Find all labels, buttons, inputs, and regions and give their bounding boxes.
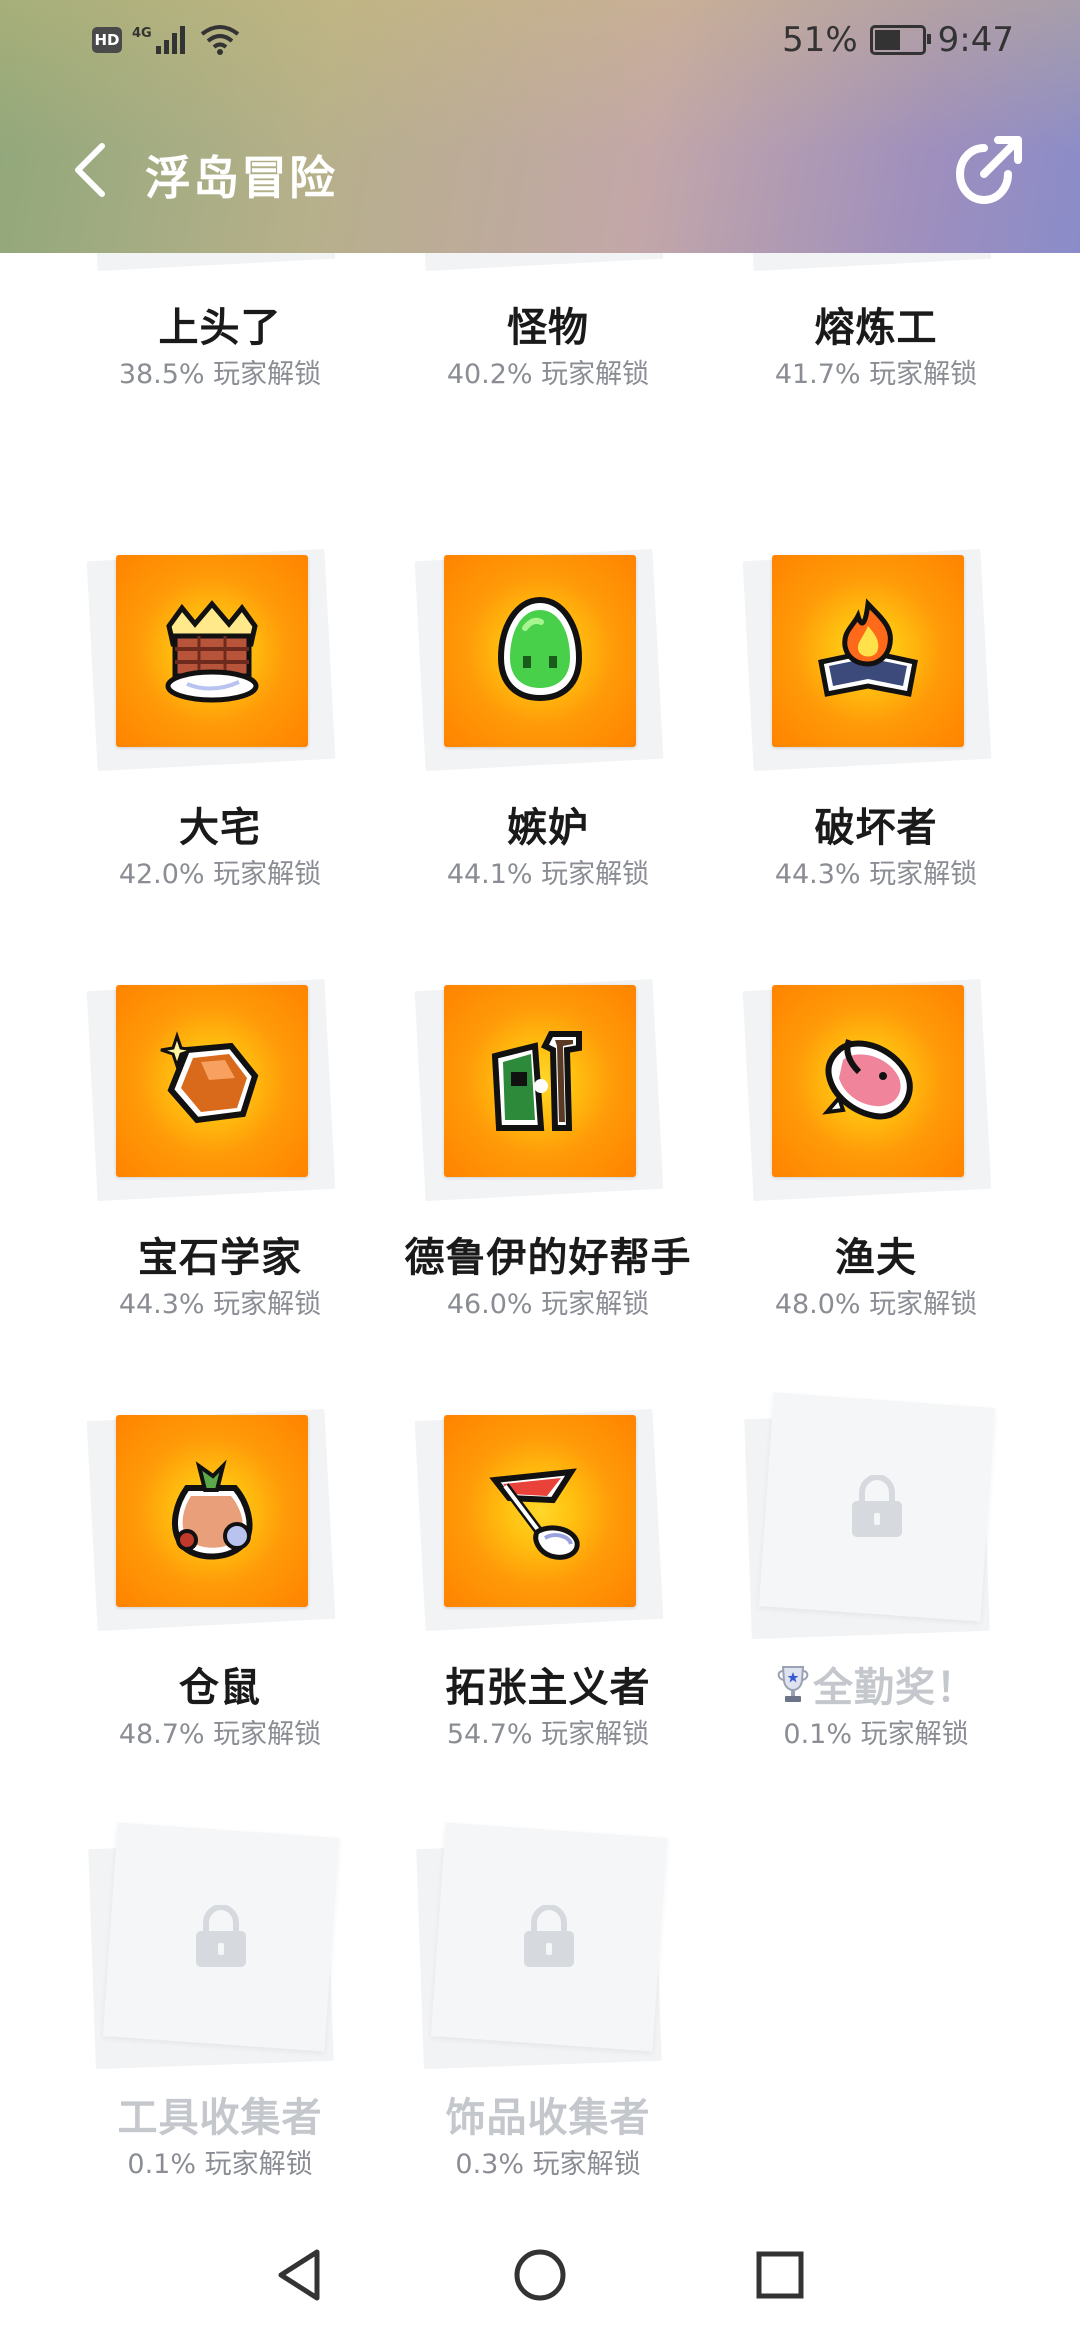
clock: 9:47 (937, 20, 1014, 60)
achievement-rate: 41.7% 玩家解锁 (774, 359, 978, 390)
achievement-card-locked[interactable]: 全勤奖！ 0.1% 玩家解锁 (726, 1392, 1026, 1820)
achievement-rate: 54.7% 玩家解锁 (446, 1719, 650, 1750)
lock-icon (852, 1475, 902, 1537)
burning-book-icon (818, 598, 918, 697)
achievement-card-locked[interactable]: 工具收集者 0.1% 玩家解锁 (70, 1822, 370, 2250)
hd-indicator: HD (92, 27, 122, 53)
locked-badge (744, 1392, 996, 1640)
achievement-name: 德鲁伊的好帮手 (404, 1235, 692, 1281)
battery-icon (869, 25, 931, 55)
signal-icon (155, 26, 185, 54)
achievement-rate: 48.0% 玩家解锁 (774, 1289, 978, 1320)
status-right: 51% 9:47 (782, 20, 1014, 60)
nav-recents-icon[interactable] (745, 2240, 815, 2310)
achievement-name: 破坏者 (814, 805, 938, 851)
achievement-card[interactable]: 破坏者 44.3% 玩家解锁 (726, 540, 1026, 960)
title-bar: 浮岛冒险 (0, 120, 1080, 220)
achievement-card[interactable]: 拓张主义者 54.7% 玩家解锁 (398, 1400, 698, 1820)
achievement-badge (742, 970, 992, 1202)
fish-icon (822, 1038, 913, 1120)
nav-back-icon[interactable] (265, 2240, 335, 2310)
trophy-icon (777, 1666, 809, 1702)
achievement-badge (86, 1400, 336, 1632)
achievement-name: 宝石学家 (138, 1235, 302, 1281)
achievement-card[interactable]: 仓鼠 48.7% 玩家解锁 (70, 1400, 370, 1820)
lock-icon (524, 1905, 574, 1967)
achievement-name: 大宅 (179, 805, 261, 851)
share-icon[interactable] (948, 130, 1028, 210)
battery-percent: 51% (782, 20, 858, 60)
achievement-name: 饰品收集者 (445, 2095, 651, 2141)
achievement-card[interactable]: 嫉妒 44.1% 玩家解锁 (398, 540, 698, 960)
achievement-rate: 0.1% 玩家解锁 (127, 2149, 313, 2180)
achievement-rate: 0.1% 玩家解锁 (783, 1719, 969, 1750)
achievement-name: 拓张主义者 (445, 1665, 651, 1711)
locked-badge (416, 1822, 668, 2070)
sack-icon (172, 1459, 253, 1560)
achievement-name-text: 全勤奖！ (813, 1665, 977, 1711)
achievement-rate: 44.3% 玩家解锁 (774, 859, 978, 890)
achievement-name: 全勤奖！ (696, 1655, 1056, 1713)
green-slime-icon (497, 596, 583, 702)
achievement-card[interactable]: 德鲁伊的好帮手 46.0% 玩家解锁 (398, 970, 698, 1390)
gem-icon (160, 1031, 259, 1124)
achievement-badge (414, 540, 664, 772)
locked-badge (88, 1822, 340, 2070)
druid-icon (491, 1031, 582, 1131)
network-type: 4G (132, 25, 152, 41)
achievement-rate: 42.0% 玩家解锁 (118, 859, 322, 890)
achievement-name: 嫉妒 (507, 805, 589, 851)
achievement-badge (414, 970, 664, 1202)
status-bar: HD 4G 51% 9:47 (0, 0, 1080, 80)
achievement-badge (414, 1400, 664, 1632)
achievement-name: 工具收集者 (117, 2095, 323, 2141)
achievement-name: 渔夫 (835, 1235, 917, 1281)
achievement-rate: 0.3% 玩家解锁 (455, 2149, 641, 2180)
achievement-card[interactable]: 渔夫 48.0% 玩家解锁 (726, 970, 1026, 1390)
flag-icon (489, 1468, 580, 1560)
achievement-rate: 46.0% 玩家解锁 (446, 1289, 650, 1320)
achievement-name: 上头了 (158, 305, 282, 351)
achievement-card[interactable]: 大宅 42.0% 玩家解锁 (70, 540, 370, 960)
achievement-badge (742, 540, 992, 772)
achievement-grid: 上头了 38.5% 玩家解锁 怪物 40.2% 玩家解锁 熔炼工 41.7% 玩… (0, 0, 1080, 2200)
app-header: HD 4G 51% 9:47 浮岛冒险 (0, 0, 1080, 253)
achievement-rate: 48.7% 玩家解锁 (118, 1719, 322, 1750)
page-title: 浮岛冒险 (145, 151, 337, 205)
achievement-name: 仓鼠 (179, 1665, 261, 1711)
system-nav-bar (0, 2200, 1080, 2340)
status-left: HD 4G (92, 24, 240, 56)
wifi-icon (200, 25, 239, 55)
achievement-rate: 38.5% 玩家解锁 (118, 359, 322, 390)
lock-icon (196, 1905, 246, 1967)
achievement-rate: 40.2% 玩家解锁 (446, 359, 650, 390)
nav-home-icon[interactable] (505, 2240, 575, 2310)
back-arrow-icon[interactable] (64, 140, 124, 200)
achievement-name: 怪物 (507, 305, 589, 351)
house-crown-icon (165, 600, 259, 703)
achievement-card-locked[interactable]: 饰品收集者 0.3% 玩家解锁 (398, 1822, 698, 2250)
achievement-rate: 44.1% 玩家解锁 (446, 859, 650, 890)
achievement-badge (86, 970, 336, 1202)
achievement-rate: 44.3% 玩家解锁 (118, 1289, 322, 1320)
achievement-card[interactable]: 宝石学家 44.3% 玩家解锁 (70, 970, 370, 1390)
achievement-badge (86, 540, 336, 772)
achievement-name: 熔炼工 (814, 305, 938, 351)
